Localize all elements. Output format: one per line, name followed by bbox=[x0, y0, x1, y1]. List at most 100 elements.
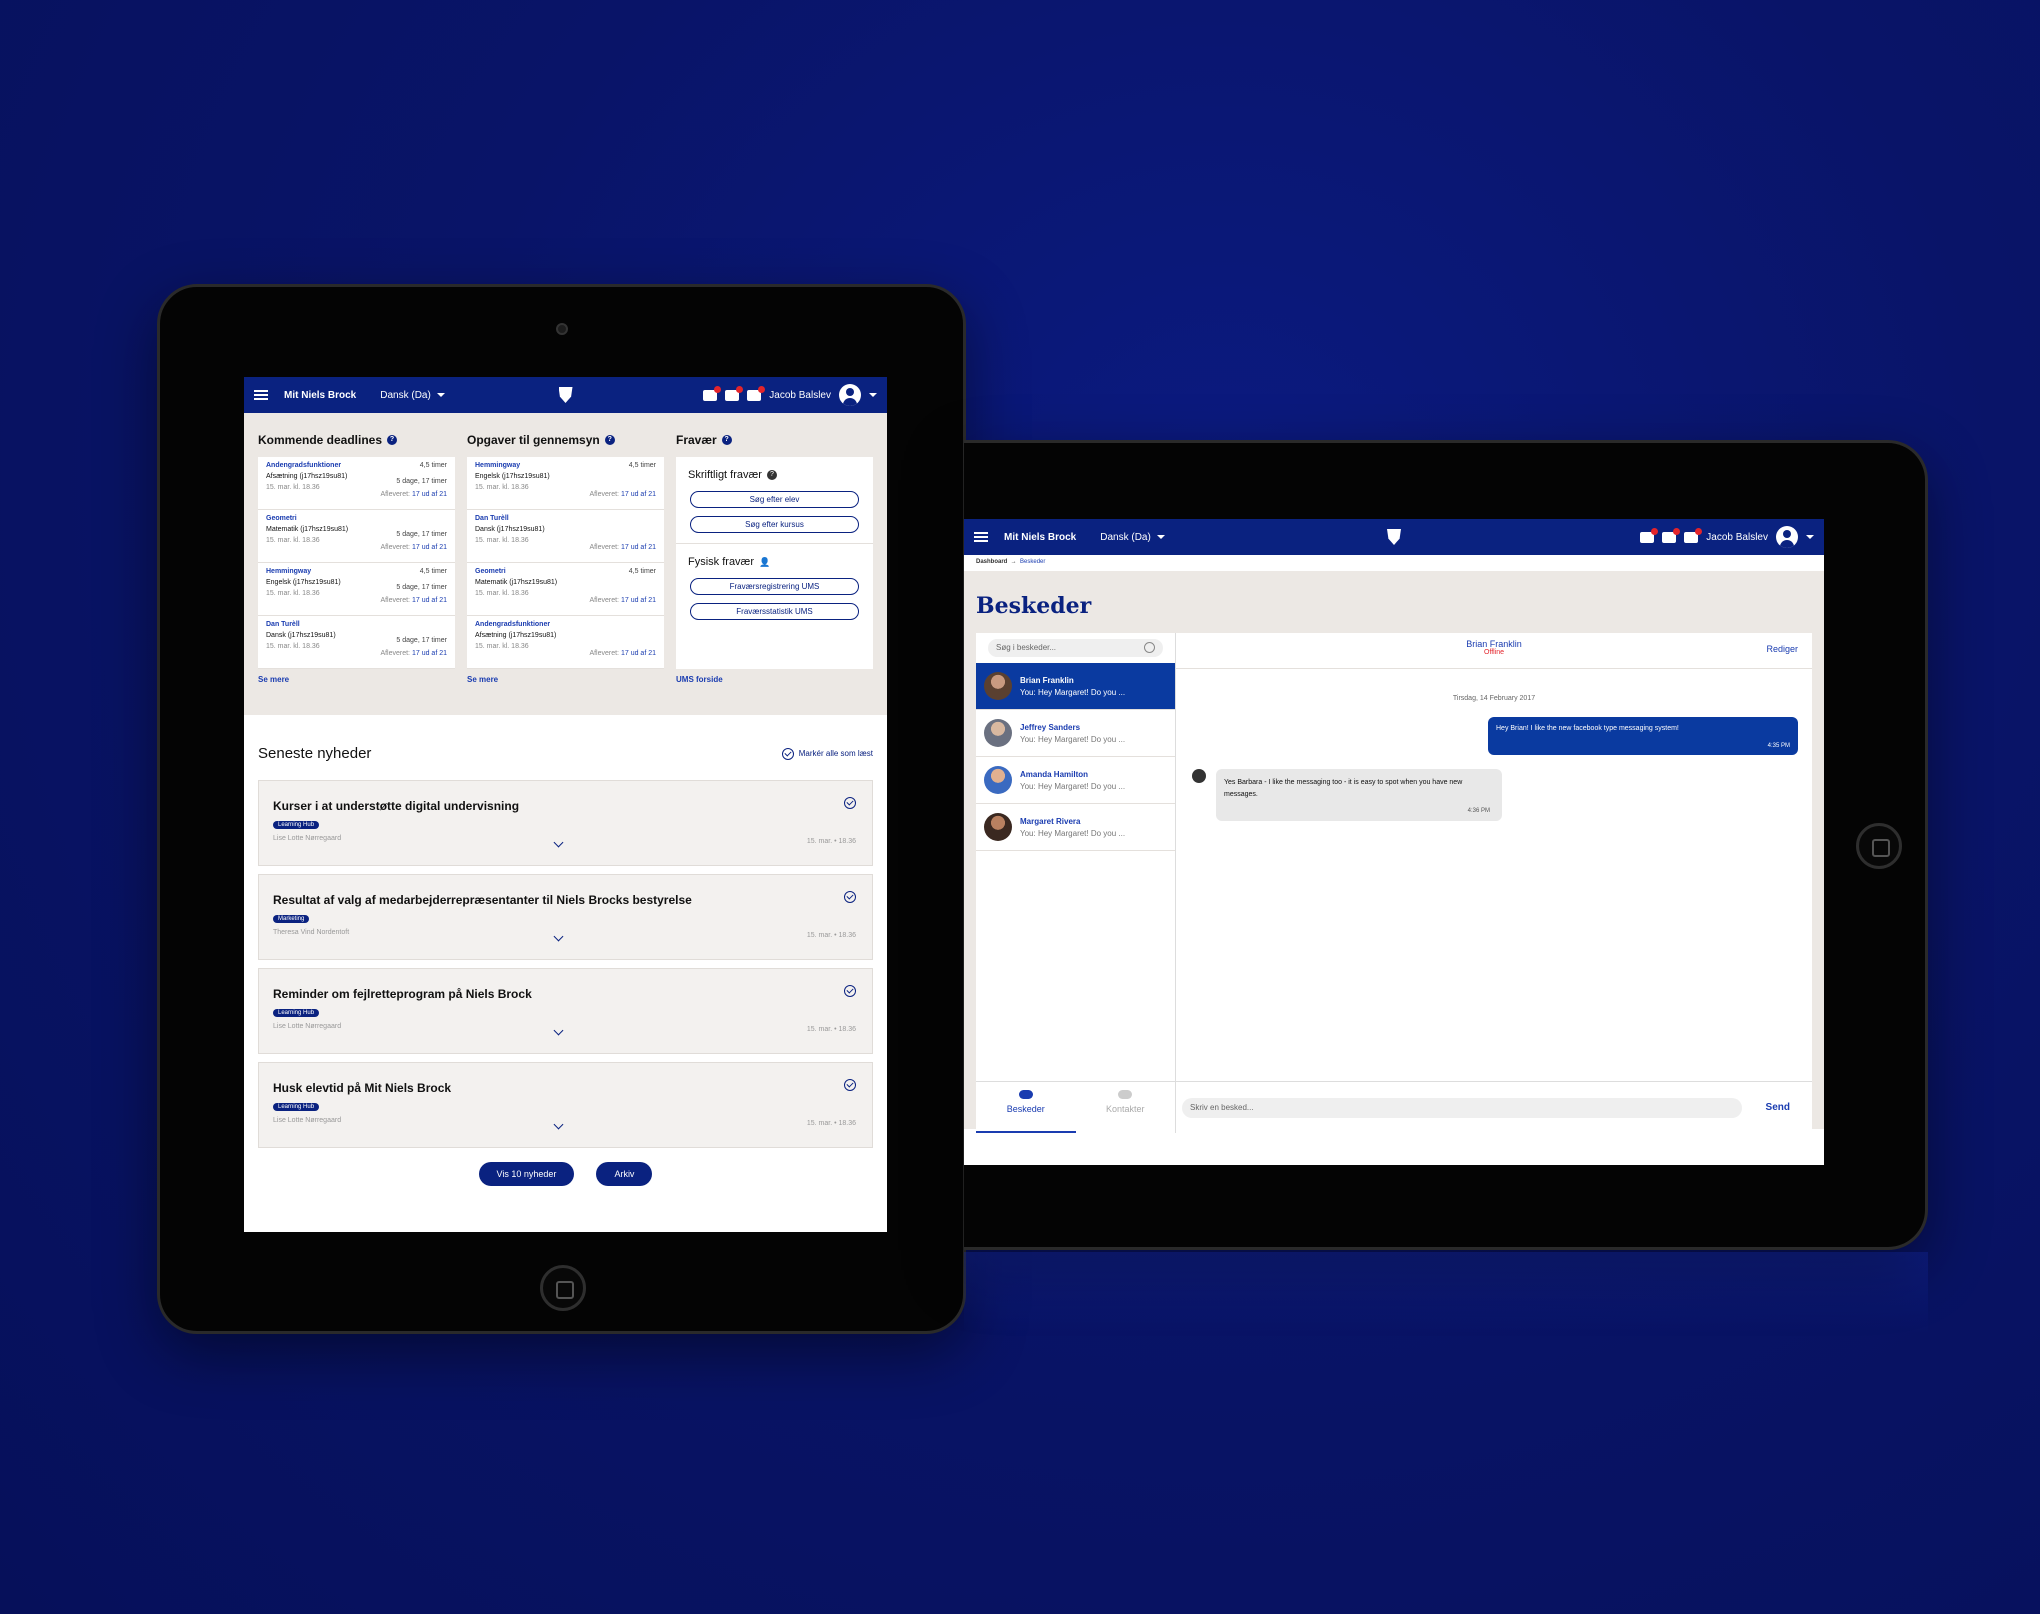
delivered-count: Afleveret: 17 ud af 21 bbox=[380, 597, 447, 604]
help-icon[interactable]: ? bbox=[721, 435, 732, 445]
news-icon[interactable] bbox=[703, 385, 722, 401]
chevron-down-icon[interactable] bbox=[869, 393, 877, 397]
delivered-count: Afleveret: 17 ud af 21 bbox=[589, 597, 656, 604]
breadcrumb-current: Beskeder bbox=[1020, 559, 1046, 565]
review-row[interactable]: Andengradsfunktioner Afsætning (j17hsz19s… bbox=[467, 616, 664, 669]
message-input[interactable]: Skriv en besked... bbox=[1182, 1097, 1742, 1118]
news-item[interactable]: Resultat af valg af medarbejderrepræsent… bbox=[258, 874, 873, 960]
news-item[interactable]: Husk elevtid på Mit Niels Brock Learning … bbox=[258, 1062, 873, 1148]
archive-button[interactable]: Arkiv bbox=[596, 1162, 653, 1186]
contact-preview: You: Hey Margaret! Do you ... bbox=[1020, 781, 1126, 791]
ums-link[interactable]: UMS forside bbox=[676, 675, 873, 684]
deadline-row[interactable]: Andengradsfunktioner Afsætning (j17hsz19s… bbox=[258, 457, 455, 510]
tab-label: Kontakter bbox=[1105, 1104, 1145, 1114]
contact-name: Amanda Hamilton bbox=[1020, 769, 1089, 779]
help-icon[interactable]: ? bbox=[604, 435, 615, 445]
news-author: Lise Lotte Nørregaard bbox=[273, 1023, 342, 1030]
avatar[interactable] bbox=[1776, 526, 1798, 548]
check-circle-icon[interactable] bbox=[844, 797, 856, 809]
check-circle-icon[interactable] bbox=[844, 891, 856, 903]
time-left: 5 dage, 17 timer bbox=[396, 478, 447, 485]
tab-messages[interactable]: Beskeder bbox=[976, 1082, 1076, 1133]
help-icon[interactable]: ? bbox=[387, 435, 398, 445]
search-course-button[interactable]: Søg efter kursus bbox=[690, 516, 859, 533]
edit-button[interactable]: Rediger bbox=[1766, 644, 1798, 654]
delivered-count: Afleveret: 17 ud af 21 bbox=[380, 650, 447, 657]
review-subject: Dansk (j17hsz19su81) bbox=[475, 526, 545, 533]
delivered-label: Afleveret: bbox=[589, 597, 620, 604]
time-estimate: 4,5 timer bbox=[628, 568, 656, 575]
see-more-link[interactable]: Se mere bbox=[258, 675, 455, 684]
delivered-value: 17 ud af 21 bbox=[620, 544, 656, 551]
avatar bbox=[1192, 769, 1206, 783]
news-item-title: Kurser i at understøtte digital undervis… bbox=[273, 799, 520, 813]
news-tag: Learning Hub bbox=[273, 1103, 320, 1111]
see-more-link[interactable]: Se mere bbox=[467, 675, 664, 684]
language-label: Dansk (Da) bbox=[1100, 531, 1151, 543]
incoming-message[interactable]: Yes Barbara - I like the messaging too -… bbox=[1216, 769, 1502, 821]
conversation-header: Brian Franklin Offline Rediger bbox=[1176, 633, 1812, 669]
written-absence-label: Skriftligt fravær bbox=[688, 469, 762, 481]
search-student-button[interactable]: Søg efter elev bbox=[690, 491, 859, 508]
tablet-messages: Mit Niels Brock Dansk (Da) Jacob Balslev… bbox=[964, 440, 1928, 1250]
user-name[interactable]: Jacob Balslev bbox=[769, 390, 831, 401]
language-select[interactable]: Dansk (Da) bbox=[1100, 532, 1165, 543]
contact-item[interactable]: Jeffrey Sanders You: Hey Margaret! Do you… bbox=[976, 710, 1175, 757]
language-select[interactable]: Dansk (Da) bbox=[380, 390, 445, 401]
news-item[interactable]: Kurser i at understøtte digital undervis… bbox=[258, 780, 873, 866]
breadcrumb: Dashboard → Beskeder bbox=[964, 555, 1824, 571]
absence-registration-button[interactable]: Fraværsregistrering UMS bbox=[690, 578, 859, 595]
deadline-row[interactable]: Dan Turèll Dansk (j17hsz19su81) 15. mar. k… bbox=[258, 616, 455, 669]
review-widget: Opgaver til gennemsyn? Hemmingway Engelsk… bbox=[467, 433, 664, 685]
contact-item[interactable]: Amanda Hamilton You: Hey Margaret! Do you… bbox=[976, 757, 1175, 804]
conversation: Brian Franklin Offline Rediger Tirsdag, … bbox=[1176, 633, 1812, 1133]
tab-contacts[interactable]: Kontakter bbox=[1076, 1082, 1176, 1133]
contact-item[interactable]: Brian Franklin You: Hey Margaret! Do you … bbox=[976, 663, 1175, 710]
reflection bbox=[964, 1252, 1928, 1332]
brand-name[interactable]: Mit Niels Brock bbox=[284, 390, 356, 401]
search-input[interactable]: Søg i beskeder... bbox=[988, 639, 1163, 657]
delivered-count: Afleveret: 17 ud af 21 bbox=[380, 544, 447, 551]
message-time: 4:36 PM bbox=[1467, 808, 1490, 814]
mail-icon[interactable] bbox=[1662, 527, 1681, 543]
news-item-title: Resultat af valg af medarbejderrepræsent… bbox=[273, 893, 692, 907]
mail-icon[interactable] bbox=[725, 385, 744, 401]
review-row[interactable]: Dan Turèll Dansk (j17hsz19su81) 15. mar. k… bbox=[467, 510, 664, 563]
absence-statistics-button[interactable]: Fraværsstatistik UMS bbox=[690, 603, 859, 620]
menu-icon[interactable] bbox=[974, 532, 988, 542]
time-estimate: 4,5 timer bbox=[419, 462, 447, 469]
brand-name[interactable]: Mit Niels Brock bbox=[1004, 532, 1076, 543]
news-item[interactable]: Reminder om fejlretteprogram på Niels Br… bbox=[258, 968, 873, 1054]
check-circle-icon[interactable] bbox=[844, 985, 856, 997]
menu-icon[interactable] bbox=[254, 390, 268, 400]
dashboard-widgets: Kommende deadlines? Andengradsfunktioner… bbox=[244, 413, 887, 715]
home-button[interactable] bbox=[540, 1265, 586, 1311]
delivered-value: 17 ud af 21 bbox=[411, 650, 447, 657]
review-row[interactable]: Hemmingway Engelsk (j17hsz19su81) 15. mar.… bbox=[467, 457, 664, 510]
review-subject: Afsætning (j17hsz19su81) bbox=[475, 632, 557, 639]
mark-all-read-button[interactable]: Markér alle som læst bbox=[781, 747, 873, 760]
home-button[interactable] bbox=[1856, 823, 1902, 869]
breadcrumb-home[interactable]: Dashboard bbox=[976, 559, 1007, 565]
send-button[interactable]: Send bbox=[1766, 1102, 1790, 1113]
logo-icon bbox=[558, 387, 573, 403]
show-more-news-button[interactable]: Vis 10 nyheder bbox=[478, 1162, 575, 1186]
mark-all-read-label: Markér alle som læst bbox=[798, 749, 873, 758]
review-row[interactable]: Geometri Matematik (j17hsz19su81) 15. mar.… bbox=[467, 563, 664, 616]
news-date: 15. mar. • 18.36 bbox=[806, 1026, 856, 1033]
chat-icon[interactable] bbox=[747, 385, 766, 401]
check-circle-icon[interactable] bbox=[844, 1079, 856, 1091]
chevron-down-icon[interactable] bbox=[1806, 535, 1814, 539]
avatar bbox=[984, 719, 1012, 747]
contact-item[interactable]: Margaret Rivera You: Hey Margaret! Do you… bbox=[976, 804, 1175, 851]
info-icon[interactable]: ? bbox=[766, 470, 777, 480]
delivered-label: Afleveret: bbox=[589, 650, 620, 657]
chat-icon[interactable] bbox=[1684, 527, 1703, 543]
deadline-row[interactable]: Geometri Matematik (j17hsz19su81) 15. mar.… bbox=[258, 510, 455, 563]
tab-label: Beskeder bbox=[1006, 1104, 1045, 1114]
deadline-row[interactable]: Hemmingway Engelsk (j17hsz19su81) 15. mar.… bbox=[258, 563, 455, 616]
outgoing-message[interactable]: Hey Brian! I like the new facebook type … bbox=[1488, 717, 1798, 755]
user-name[interactable]: Jacob Balslev bbox=[1706, 532, 1768, 543]
news-icon[interactable] bbox=[1640, 527, 1659, 543]
avatar[interactable] bbox=[839, 384, 861, 406]
